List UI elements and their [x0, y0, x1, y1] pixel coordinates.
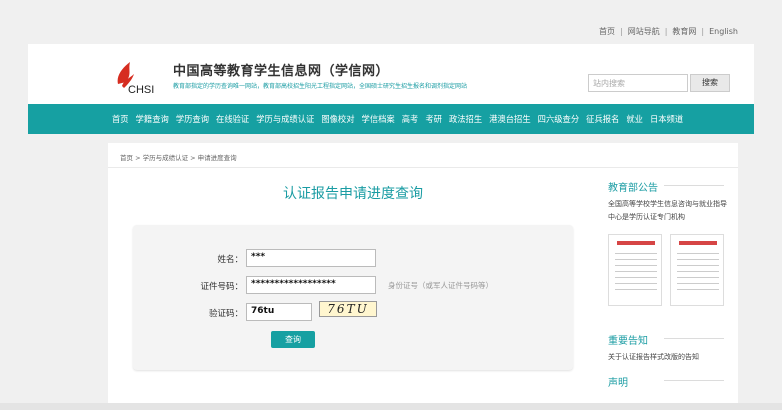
divider — [108, 167, 738, 168]
site-subtitle: 教育部指定的学历查询唯一网站，教育部高校招生阳光工程指定网站，全国硕士研究生招生… — [173, 83, 468, 90]
name-input[interactable]: *** — [246, 249, 376, 267]
name-row: 姓名： *** — [133, 249, 573, 269]
nav-item[interactable]: 学籍查询 — [136, 113, 169, 125]
announce-text[interactable]: 全国高等学校学生信息咨询与就业指导中心是学历认证专门机构 — [608, 198, 732, 224]
main-content: 首页 > 学历与成绩认证 > 申请进度查询 认证报告申请进度查询 姓名： ***… — [108, 143, 738, 405]
id-row: 证件号码： ****************** 身份证号（或军人证件号码等） — [133, 276, 573, 296]
nav-item[interactable]: 学历查询 — [176, 113, 209, 125]
id-label: 证件号码： — [200, 282, 243, 292]
breadcrumb: 首页 > 学历与成绩认证 > 申请进度查询 — [120, 154, 237, 162]
torch-icon: CHSI — [117, 62, 154, 96]
query-form: 姓名： *** 证件号码： ****************** 身份证号（或军… — [133, 225, 573, 370]
code-label: 验证码： — [208, 309, 243, 319]
id-number-input[interactable]: ****************** — [246, 276, 376, 294]
nav-item[interactable]: 图像校对 — [321, 113, 354, 125]
nav-item[interactable]: 征兵报名 — [586, 113, 619, 125]
captcha-input[interactable]: 76tu — [246, 303, 312, 321]
nav-item[interactable]: 港澳台招生 — [489, 113, 531, 125]
top-bar: 首页 | 网站导航 | 教育网 | English — [0, 18, 782, 44]
nav-item[interactable]: 政法招生 — [449, 113, 482, 125]
site-title: 中国高等教育学生信息网（学信网） — [173, 64, 390, 79]
nav-item[interactable]: 日本频道 — [650, 113, 683, 125]
captcha-row: 验证码： 76tu 76TU — [133, 301, 573, 323]
chsi-logo[interactable]: CHSI — [114, 60, 164, 96]
notice-title: 重要告知 — [608, 332, 732, 351]
top-link-edu[interactable]: 教育网 — [672, 27, 696, 36]
nav-item[interactable]: 首页 — [112, 113, 129, 125]
declaration-title: 声明 — [608, 374, 732, 393]
site-header: CHSI 中国高等教育学生信息网（学信网） 教育部指定的学历查询唯一网站，教育部… — [28, 44, 754, 104]
nav-item[interactable]: 考研 — [425, 113, 442, 125]
top-links: 首页 | 网站导航 | 教育网 | English — [599, 27, 738, 36]
announce-title: 教育部公告 — [608, 179, 732, 198]
nav-item[interactable]: 四六级查分 — [538, 113, 580, 125]
submit-button[interactable]: 查询 — [271, 331, 315, 348]
svg-text:CHSI: CHSI — [128, 84, 154, 96]
announce-docs — [608, 234, 732, 306]
top-link-sitemap[interactable]: 网站导航 — [628, 27, 660, 36]
bottom-bar — [0, 403, 782, 410]
document-thumbnail[interactable] — [670, 234, 724, 306]
page-title: 认证报告申请进度查询 — [283, 186, 423, 202]
search-button[interactable]: 搜索 — [690, 74, 730, 92]
search-input[interactable]: 站内搜索 — [588, 74, 688, 92]
nav-item[interactable]: 在线验证 — [216, 113, 249, 125]
top-link-home[interactable]: 首页 — [599, 27, 615, 36]
id-hint: 身份证号（或军人证件号码等） — [388, 281, 493, 290]
sidebar: 教育部公告 全国高等学校学生信息咨询与就业指导中心是学历认证专门机构 重要告知 … — [608, 179, 732, 393]
nav-item[interactable]: 高考 — [402, 113, 419, 125]
nav-item[interactable]: 学历与成绩认证 — [256, 113, 314, 125]
name-label: 姓名： — [217, 255, 243, 265]
nav-item[interactable]: 就业 — [626, 113, 643, 125]
captcha-image[interactable]: 76TU — [319, 301, 377, 317]
document-thumbnail[interactable] — [608, 234, 662, 306]
notice-text[interactable]: 关于认证报告样式改版的告知 — [608, 351, 732, 364]
main-nav: 首页 学籍查询 学历查询 在线验证 学历与成绩认证 图像校对 学信档案 高考 考… — [28, 104, 754, 134]
top-link-english[interactable]: English — [709, 27, 738, 36]
nav-item[interactable]: 学信档案 — [362, 113, 395, 125]
